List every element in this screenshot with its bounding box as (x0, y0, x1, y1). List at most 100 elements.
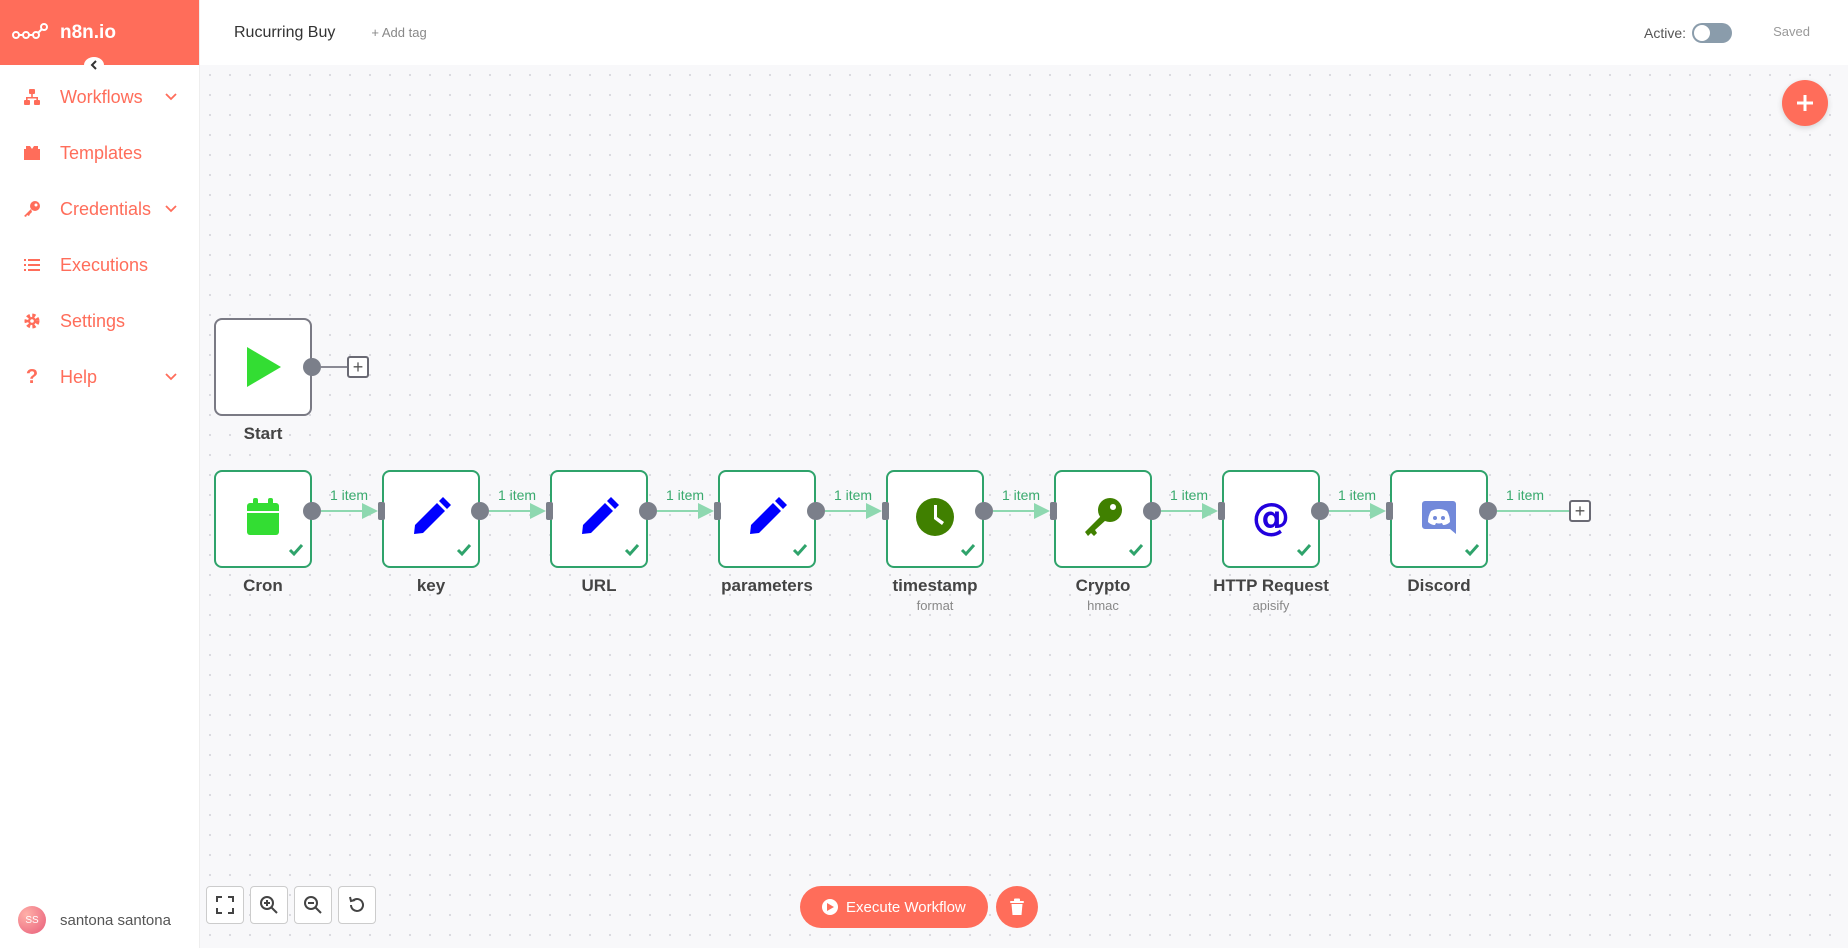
node-input-handle[interactable] (546, 502, 553, 520)
node-input-handle[interactable] (1218, 502, 1225, 520)
active-label: Active: (1643, 25, 1686, 41)
sidebar-item-label: Settings (60, 310, 126, 331)
workflows-icon (22, 87, 42, 107)
node-output-handle[interactable] (471, 502, 489, 520)
node-input-handle[interactable] (1386, 502, 1393, 520)
node-output-handle[interactable] (639, 502, 657, 520)
execute-workflow-button[interactable]: Execute Workflow (800, 886, 988, 928)
brand-header[interactable]: n8n.io (0, 0, 199, 65)
workflow-canvas[interactable]: + Start Cron 1 item key 1 item URL 1 item para… (200, 65, 1848, 948)
node-output-handle[interactable] (303, 502, 321, 520)
connection-item-count: 1 item (1001, 487, 1041, 503)
connection-item-count: 1 item (833, 487, 873, 503)
workflow-node-cron[interactable] (214, 470, 312, 568)
node-input-handle[interactable] (882, 502, 889, 520)
header: Rucurring Buy + Add tag Active: Saved (200, 0, 1848, 65)
reset-zoom-button[interactable] (338, 886, 376, 924)
success-check-icon (456, 543, 472, 562)
workflow-name[interactable]: Rucurring Buy (234, 24, 335, 42)
node-output-handle[interactable] (1311, 502, 1329, 520)
add-tag-link[interactable]: + Add tag (371, 25, 426, 40)
node-label: Discord (1407, 576, 1471, 595)
key-icon (1082, 496, 1124, 543)
node-subtitle: format (916, 598, 954, 613)
sidebar-item-label: Credentials (60, 198, 152, 219)
user-menu[interactable]: SS santona santona (18, 906, 171, 934)
connection-item-count: 1 item (329, 487, 369, 503)
node-subtitle: apisify (1252, 598, 1290, 613)
sidebar-item-help[interactable]: ? Help (0, 349, 199, 405)
play-circle-icon (822, 899, 838, 915)
trash-icon (1010, 898, 1024, 915)
node-output-handle[interactable] (975, 502, 993, 520)
success-check-icon (792, 543, 808, 562)
connections-layer (321, 503, 1569, 519)
workflow-node-http-request[interactable]: @ (1222, 470, 1320, 568)
discord-icon (1421, 499, 1457, 540)
node-input-handle[interactable] (714, 502, 721, 520)
active-control: Active: (1644, 23, 1732, 43)
zoom-controls (206, 886, 376, 924)
success-check-icon (624, 543, 640, 562)
node-input-handle[interactable] (378, 502, 385, 520)
sidebar-item-label: Help (60, 366, 98, 387)
node-label: HTTP Request (1213, 576, 1329, 595)
clock-icon (915, 497, 955, 542)
pencil-icon (579, 496, 619, 542)
active-toggle[interactable] (1692, 23, 1732, 43)
sidebar-item-label: Templates (60, 142, 143, 163)
calendar-icon (245, 497, 281, 542)
workflow-node-parameters[interactable] (718, 470, 816, 568)
zoom-out-icon (304, 896, 322, 914)
sidebar-item-label: Workflows (60, 86, 143, 107)
workflow-node-discord[interactable] (1390, 470, 1488, 568)
undo-icon (349, 896, 364, 912)
node-output-handle[interactable] (1143, 502, 1161, 520)
sidebar-item-templates[interactable]: Templates (0, 125, 199, 181)
sidebar: n8n.io Workflows Templates Credentials E… (0, 0, 200, 948)
sidebar-menu: Workflows Templates Credentials Executio… (0, 69, 199, 405)
sidebar-item-workflows[interactable]: Workflows (0, 69, 199, 125)
connection-item-count: 1 item (665, 487, 705, 503)
node-label: timestamp (892, 576, 978, 595)
connection-item-count: 1 item (1505, 487, 1545, 503)
zoom-in-icon (260, 896, 278, 914)
success-check-icon (960, 543, 976, 562)
node-label: Cron (243, 576, 283, 595)
add-next-node-button[interactable]: + (1569, 500, 1591, 522)
workflow-node-timestamp[interactable] (886, 470, 984, 568)
clear-execution-button[interactable] (996, 886, 1038, 928)
workflow-node-key[interactable] (382, 470, 480, 568)
workflow-node-crypto[interactable] (1054, 470, 1152, 568)
success-check-icon (1128, 543, 1144, 562)
node-label: parameters (721, 576, 813, 595)
sidebar-item-executions[interactable]: Executions (0, 237, 199, 293)
sidebar-item-settings[interactable]: Settings (0, 293, 199, 349)
chevron-down-icon (165, 205, 177, 213)
node-output-handle[interactable] (1479, 502, 1497, 520)
sidebar-item-credentials[interactable]: Credentials (0, 181, 199, 237)
node-input-handle[interactable] (1050, 502, 1057, 520)
success-check-icon (288, 543, 304, 562)
workflow-node-url[interactable] (550, 470, 648, 568)
key-icon (22, 199, 42, 219)
connection-item-count: 1 item (497, 487, 537, 503)
chevron-down-icon (165, 373, 177, 381)
connection-item-count: 1 item (1337, 487, 1377, 503)
fit-view-button[interactable] (206, 886, 244, 924)
node-output-handle[interactable] (807, 502, 825, 520)
zoom-out-button[interactable] (294, 886, 332, 924)
pencil-icon (747, 496, 787, 542)
fullscreen-icon (216, 896, 234, 914)
chevron-down-icon (165, 93, 177, 101)
at-sign-icon: @ (1250, 495, 1292, 543)
node-subtitle: hmac (1087, 598, 1119, 613)
brand-name: n8n.io (60, 21, 116, 43)
avatar: SS (18, 906, 46, 934)
user-name: santona santona (60, 911, 171, 929)
pencil-icon (411, 496, 451, 542)
zoom-in-button[interactable] (250, 886, 288, 924)
svg-text:@: @ (1252, 496, 1290, 538)
list-icon (22, 255, 42, 275)
connection-item-count: 1 item (1169, 487, 1209, 503)
